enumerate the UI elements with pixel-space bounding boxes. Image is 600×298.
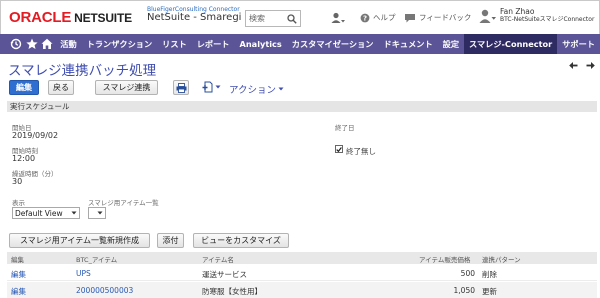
- item-list-filter-select[interactable]: [88, 207, 106, 219]
- nav-documents[interactable]: ドキュメント: [379, 34, 438, 54]
- row-item-link[interactable]: 200000500003: [76, 286, 133, 295]
- nav-setup[interactable]: 設定: [438, 34, 464, 54]
- logo-netsuite-text: NETSUITE: [74, 11, 132, 25]
- start-time-value: 12:00: [12, 154, 36, 163]
- view-select-value: Default View: [15, 208, 63, 218]
- column-header-sync-pattern[interactable]: 連携パターン: [482, 254, 521, 264]
- table-row: 編集 200000500003 防寒服【女性用】 1,050 更新: [7, 282, 597, 298]
- previous-record-icon[interactable]: [569, 61, 578, 70]
- nav-support[interactable]: サポート: [557, 34, 600, 54]
- star-icon: [26, 38, 38, 49]
- avatar-icon: [479, 9, 496, 23]
- logo-oracle-text: ORACLE: [9, 9, 72, 26]
- edit-button[interactable]: 編集: [9, 80, 39, 95]
- help-icon: ?: [360, 13, 370, 22]
- home-icon: [41, 38, 53, 49]
- history-icon: [10, 38, 22, 50]
- user-menu[interactable]: Fan Zhao BTC-NetSuiteスマレジConnector: [479, 7, 595, 24]
- help-link[interactable]: ? ヘルプ: [360, 12, 396, 23]
- feedback-label: フィードバック: [419, 13, 472, 22]
- nav-analytics[interactable]: Analytics: [235, 34, 287, 54]
- new-smaregi-item-button[interactable]: スマレジ用アイテム一覧新規作成: [9, 233, 150, 248]
- nav-lists[interactable]: リスト: [157, 34, 192, 54]
- display-label: 表示: [12, 199, 25, 207]
- feedback-icon: [405, 13, 415, 22]
- checkmark-icon: [336, 146, 342, 152]
- main-nav: 活動 トランザクション リスト レポート Analytics カスタマイゼーショ…: [0, 34, 600, 54]
- record-pager: [569, 61, 595, 70]
- home-button[interactable]: [40, 34, 56, 54]
- top-header: ORACLE NETSUITE BlueFigerConsulting Conne…: [0, 0, 600, 34]
- recent-records-menu[interactable]: [331, 12, 347, 24]
- actions-label: アクション: [229, 85, 277, 96]
- customize-view-button[interactable]: ビューをカスタマイズ: [193, 233, 289, 248]
- add-to-shortcuts-menu[interactable]: [202, 81, 221, 93]
- row-sync-pattern: 削除: [482, 270, 497, 279]
- sublist-header: 編集 BTC_アイテム アイテム名 アイテム販売価格 連携パターン: [7, 252, 597, 264]
- printer-icon: [176, 82, 186, 93]
- end-date-label: 終了日: [335, 124, 355, 132]
- no-end-label: 終了無し: [346, 147, 376, 156]
- svg-text:?: ?: [363, 14, 367, 22]
- netsuite-logo[interactable]: ORACLE NETSUITE: [9, 9, 132, 27]
- schedule-section-header: 実行スケジュール: [7, 101, 597, 112]
- search-placeholder: 検索: [249, 14, 265, 23]
- chevron-down-icon: [215, 85, 221, 89]
- add-document-icon: [202, 81, 213, 93]
- smaregi-sync-button[interactable]: スマレジ連携: [95, 80, 158, 95]
- search-icon[interactable]: [287, 13, 297, 24]
- table-row: 編集 UPS 運送サービス 500 削除: [7, 265, 597, 281]
- feedback-link[interactable]: フィードバック: [404, 12, 471, 23]
- global-search-input[interactable]: 検索: [245, 10, 301, 27]
- start-date-value: 2019/09/02: [12, 131, 59, 140]
- back-button[interactable]: 戻る: [48, 80, 74, 95]
- actions-menu[interactable]: アクション: [229, 82, 284, 96]
- row-price: 500: [460, 269, 475, 278]
- help-label: ヘルプ: [373, 13, 396, 22]
- column-header-price[interactable]: アイテム販売価格: [419, 254, 470, 264]
- chevron-down-icon: [97, 211, 103, 215]
- column-header-item-name[interactable]: アイテム名: [202, 254, 234, 264]
- item-list-filter-label: スマレジ用アイテム一覧: [88, 199, 159, 207]
- nav-activities[interactable]: 活動: [55, 34, 81, 54]
- company-info: BlueFigerConsulting Connector NetSuite -…: [147, 6, 242, 24]
- nav-smaregi-connector[interactable]: スマレジ-Connector: [464, 34, 558, 54]
- recent-records-icon: [331, 12, 345, 23]
- row-edit-link[interactable]: 編集: [11, 269, 26, 280]
- row-sync-pattern: 更新: [482, 287, 497, 296]
- company-name: NetSuite - Smaregi: [147, 12, 242, 24]
- row-item-link[interactable]: UPS: [76, 269, 91, 278]
- column-header-edit[interactable]: 編集: [11, 254, 24, 264]
- chevron-down-icon: [71, 211, 77, 215]
- page-title: スマレジ連携バッチ処理: [8, 63, 157, 79]
- repeat-interval-value: 30: [12, 177, 23, 186]
- section-title: 実行スケジュール: [10, 102, 70, 111]
- no-end-checkbox[interactable]: [335, 145, 343, 153]
- row-item-name: 運送サービス: [202, 270, 247, 279]
- next-record-icon[interactable]: [586, 61, 595, 70]
- user-role: BTC-NetSuiteスマレジConnector: [500, 15, 595, 23]
- view-select[interactable]: Default View: [12, 207, 80, 219]
- recent-history-button[interactable]: [8, 34, 24, 54]
- row-edit-link[interactable]: 編集: [11, 286, 26, 297]
- attach-button[interactable]: 添付: [157, 233, 184, 248]
- chevron-down-icon: [278, 87, 284, 91]
- column-header-btc-item[interactable]: BTC_アイテム: [76, 254, 117, 264]
- row-item-name: 防寒服【女性用】: [202, 287, 262, 296]
- nav-transactions[interactable]: トランザクション: [82, 34, 158, 54]
- row-price: 1,050: [453, 286, 475, 295]
- nav-reports[interactable]: レポート: [192, 34, 235, 54]
- favorites-button[interactable]: [24, 34, 40, 54]
- print-button[interactable]: [173, 80, 189, 95]
- nav-customization[interactable]: カスタマイゼーション: [287, 34, 379, 54]
